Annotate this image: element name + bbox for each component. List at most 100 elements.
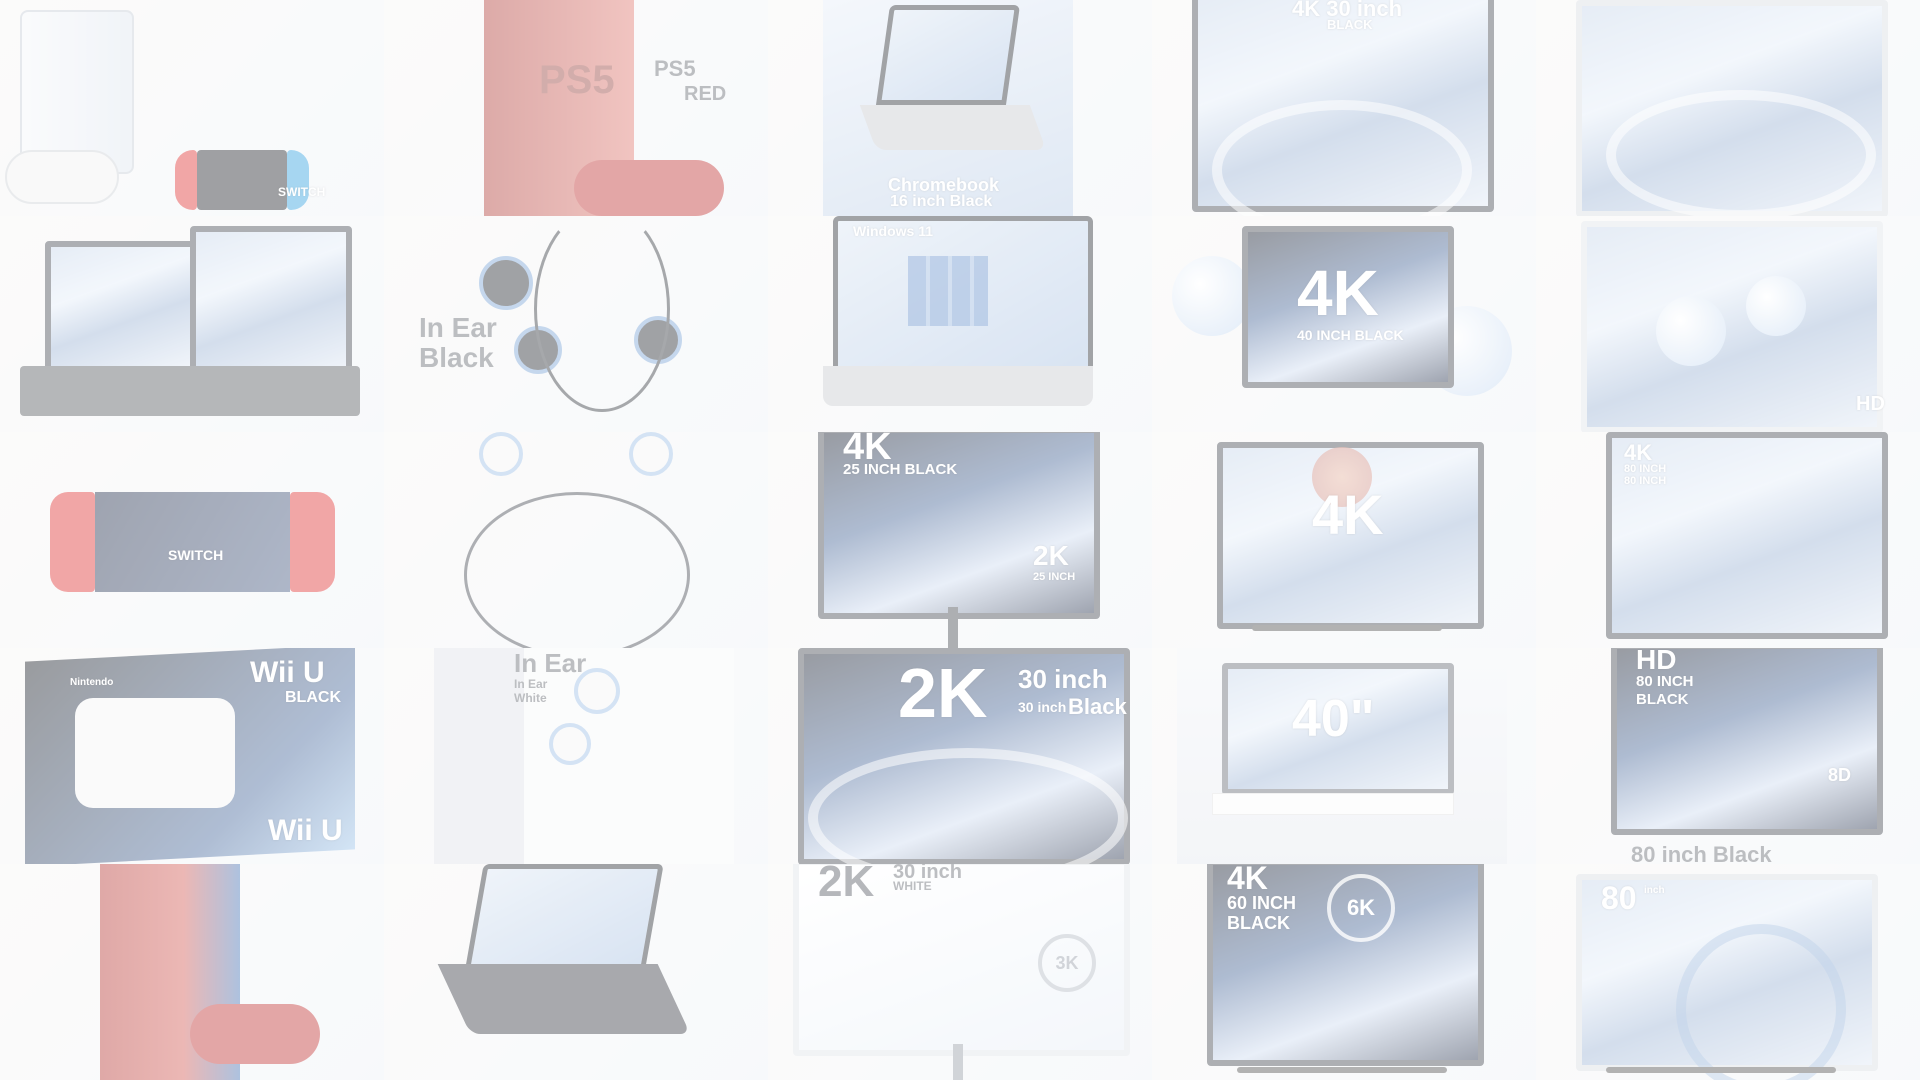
tile-text-0: HD (1636, 648, 1677, 675)
tile-text-2: Wii U (268, 814, 343, 847)
tile-wii-u-black[interactable]: Wii U BLACK Wii U Nintendo (0, 648, 384, 864)
monitor-stand-image (948, 607, 958, 648)
laptop-keyboard-image (437, 964, 691, 1034)
tile-text-3: 25 INCH (1033, 571, 1076, 583)
tile-tv-hd-bubbles[interactable]: HD (1536, 216, 1920, 432)
tile-text-1: BLACK (1327, 17, 1373, 32)
earbud-right-image (574, 668, 620, 714)
tile-text-0: 4K (1624, 440, 1653, 465)
tile-tv-hd-80-black[interactable]: HD 80 INCH BLACK 8D 80 inch Black (1536, 648, 1920, 864)
earbud-left-image (479, 432, 523, 476)
tile-living-room-tvs[interactable] (0, 216, 384, 432)
joycon-right-image (290, 492, 335, 592)
tile-text-1: 80 INCH (1636, 673, 1694, 690)
tile-text-3: Black (1068, 694, 1127, 719)
tile-text-1: 80 INCH (1624, 463, 1667, 475)
tile-text-0: Windows 11 (853, 223, 934, 239)
monitor-stand-image (953, 1044, 963, 1080)
tile-text-0: 80 (1601, 880, 1637, 916)
tile-text-3: Nintendo (70, 677, 114, 688)
tile-text-1: In Ear (514, 677, 548, 691)
earbud-left-image (549, 723, 591, 765)
wii-u-gamepad-image (75, 698, 235, 808)
joycon-left-image (50, 492, 95, 592)
tile-text-0: Wii U (250, 656, 325, 689)
product-image-grid: SWITCH PS5 PS5 RED Chromebook 16 inch Bl… (0, 0, 1920, 1080)
controller-image (5, 150, 119, 204)
tile-in-ear-black[interactable]: In Ear Black (384, 216, 768, 432)
tile-text-1: 40 INCH BLACK (1297, 327, 1404, 343)
tile-tv-4k-80[interactable]: 4K 80 INCH 80 INCH (1536, 432, 1920, 648)
tile-monitor-2k-30-black[interactable]: 2K 30 inch 30 inch Black (768, 648, 1152, 864)
tile-text-4: 80 inch Black (1631, 842, 1772, 865)
tile-tv-4k-mountains[interactable]: 4K (1152, 432, 1536, 648)
tile-ps5-red-box[interactable]: PS5 PS5 RED (384, 0, 768, 216)
tile-text-2: BLACK (1227, 913, 1290, 933)
switch-screen-image (95, 492, 290, 592)
tile-monitor-2k-30-white[interactable]: 2K 30 inch WHITE 3K (768, 864, 1152, 1080)
tile-tv-80-wave[interactable]: 80 inch (1536, 864, 1920, 1080)
tile-monitor-2k-25[interactable]: 4K 25 INCH BLACK 2K 25 INCH (768, 432, 1152, 648)
tile-text-2: RED (684, 83, 727, 105)
tv-cabinet-image (1212, 793, 1454, 815)
tile-text-1: PS5 (654, 56, 696, 81)
tile-chromebook-16[interactable]: Chromebook 16 inch Black (768, 0, 1152, 216)
tile-in-ear-white[interactable]: In Ear In Ear White (384, 648, 768, 864)
chromebook-screen-image (875, 5, 1021, 105)
tile-text-2: BLACK (1636, 691, 1689, 708)
tile-text-0: 4K (1227, 864, 1268, 896)
tile-text-1: 60 INCH (1227, 893, 1297, 913)
chromebook-base-image (859, 105, 1047, 150)
tile-earphones-cable[interactable] (384, 432, 768, 648)
tile-consoles-shelf[interactable]: SWITCH (0, 0, 384, 216)
tile-text-2: White (514, 691, 547, 705)
red-controller-image (190, 1004, 320, 1064)
tv-right-image (190, 226, 352, 378)
tile-laptop-flower[interactable] (384, 864, 768, 1080)
tile-windows-laptop[interactable]: Windows 11 (768, 216, 1152, 432)
tv-image (1581, 221, 1883, 432)
tile-tv-4k-60-black[interactable]: 4K 60 INCH BLACK 6K (1152, 864, 1536, 1080)
tile-text-1: 25 INCH BLACK (843, 461, 958, 478)
laptop-keyboard-image (823, 366, 1093, 406)
start-menu-image (908, 256, 988, 326)
tile-text-0: In Ear (419, 312, 497, 343)
tile-text-0: PS5 (539, 58, 615, 102)
tile-text-3: 6K (1327, 874, 1395, 942)
tile-ps4-red[interactable] (0, 864, 384, 1080)
tile-text-0: SWITCH (278, 185, 326, 199)
tile-text-1: inch (1644, 885, 1665, 896)
tile-text-0: 2K (898, 654, 988, 732)
tile-text-3: 8D (1828, 765, 1852, 785)
tile-text-2: 30 inch (1018, 699, 1067, 715)
earbud-right-image (629, 432, 673, 476)
switch-screen-image (197, 150, 287, 210)
tile-text-2: WHITE (893, 879, 932, 893)
tile-text-0: 40" (1292, 690, 1375, 748)
tile-text-0: In Ear (514, 648, 587, 678)
tile-tv-4k-40-black[interactable]: 4K 40 INCH BLACK (1152, 216, 1536, 432)
tile-text-1: Black (419, 342, 494, 373)
tile-text-0: HD (1856, 393, 1885, 415)
tile-tv-4k-30-black[interactable]: 4K 30 inch BLACK (1152, 0, 1536, 216)
tile-nintendo-switch[interactable]: SWITCH (0, 432, 384, 648)
tile-text-0: Chromebook (888, 175, 1000, 195)
tv-stand-image (20, 366, 360, 416)
tile-text-0: 2K (818, 864, 875, 906)
joycon-left-image (175, 150, 197, 210)
tile-text-1: 16 inch Black (890, 193, 993, 210)
tile-text-0: 4K (1297, 257, 1379, 329)
tile-text-3: 3K (1038, 934, 1096, 992)
tile-text-0: 4K (1312, 483, 1384, 546)
tile-tv-abstract-white[interactable] (1536, 0, 1920, 216)
tile-text-1: 30 inch (1018, 664, 1108, 694)
earbud-left-image (479, 256, 533, 310)
tile-text-0: SWITCH (168, 547, 224, 563)
red-controller-image (574, 160, 724, 216)
joycon-right-image (287, 150, 309, 210)
tile-tv-40-room[interactable]: 40" (1152, 648, 1536, 864)
tile-text-1: BLACK (285, 689, 341, 706)
laptop-screen-image (464, 864, 664, 974)
tv-left-image (45, 241, 197, 373)
tile-text-2: 2K (1033, 540, 1069, 571)
